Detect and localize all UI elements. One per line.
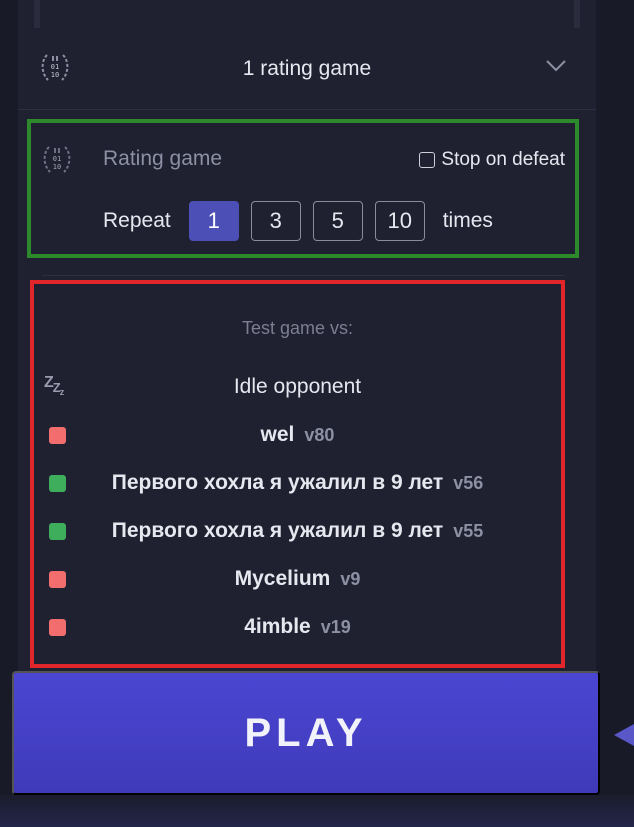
opponent-version: v9 [340, 568, 361, 589]
opponent-name: Idle opponent [233, 375, 362, 398]
arrow-left-icon[interactable] [612, 720, 634, 755]
opponent-name: wel [260, 423, 295, 446]
status-red-icon [49, 619, 66, 636]
test-game-heading: Test game vs: [241, 318, 354, 338]
opponent-idle[interactable]: ZZz Idle opponent [34, 372, 561, 402]
repeat-label: Repeat [103, 209, 171, 232]
stop-on-defeat-checkbox[interactable] [419, 152, 436, 168]
opponent-row[interactable]: Первого хохла я ужалил в 9 лет v55 [34, 516, 561, 546]
repeat-option-5[interactable]: 5 [312, 201, 363, 241]
status-green-icon [49, 523, 66, 540]
opponent-version: v55 [453, 520, 484, 541]
sleep-zzz-icon: ZZz [44, 374, 64, 397]
stop-on-defeat-label: Stop on defeat [441, 149, 565, 170]
opponent-version: v56 [453, 472, 484, 493]
opponent-name: Первого хохла я ужалил в 9 лет [111, 519, 444, 542]
game-mode-title: 1 rating game [242, 56, 372, 80]
opponent-row[interactable]: wel v80 [34, 420, 561, 450]
opponent-name: 4imble [244, 615, 311, 638]
repeat-selector: Repeat 1 3 5 10 times [103, 201, 493, 241]
svg-text:10: 10 [51, 71, 59, 79]
times-label: times [442, 209, 493, 232]
status-green-icon [49, 475, 66, 492]
opponent-name: Первого хохла я ужалил в 9 лет [111, 471, 444, 494]
test-game-opponents: Test game vs: ZZz Idle opponent wel v80 … [30, 280, 565, 668]
chevron-down-icon[interactable] [544, 58, 568, 79]
panel-rail-right [574, 0, 580, 28]
panel-rail-left [34, 0, 40, 28]
svg-text:01: 01 [53, 155, 61, 163]
laurel-binary-icon: 01 10 [38, 50, 72, 84]
repeat-option-1[interactable]: 1 [188, 201, 239, 241]
opponent-version: v80 [304, 424, 335, 445]
rating-settings: 01 10 Rating game Stop on defeat Repeat … [27, 119, 579, 258]
rating-game-label: Rating game [103, 147, 223, 170]
opponent-name: Mycelium [234, 567, 331, 590]
stop-on-defeat-toggle[interactable]: Stop on defeat [419, 149, 565, 171]
svg-text:01: 01 [51, 63, 59, 71]
svg-text:10: 10 [53, 163, 61, 171]
opponent-row[interactable]: Mycelium v9 [34, 564, 561, 594]
play-button-label: PLAY [244, 710, 368, 755]
bottom-backdrop [0, 795, 634, 827]
play-button[interactable]: PLAY [12, 671, 600, 795]
opponent-version: v19 [320, 616, 351, 637]
opponent-row[interactable]: Первого хохла я ужалил в 9 лет v56 [34, 468, 561, 498]
repeat-option-10[interactable]: 10 [374, 201, 425, 241]
repeat-option-3[interactable]: 3 [250, 201, 301, 241]
status-red-icon [49, 427, 66, 444]
section-divider [42, 275, 564, 276]
opponent-row[interactable]: 4imble v19 [34, 612, 561, 642]
game-mode-dropdown[interactable]: 01 10 1 rating game [18, 28, 596, 110]
laurel-binary-icon: 01 10 [40, 142, 74, 176]
status-red-icon [49, 571, 66, 588]
